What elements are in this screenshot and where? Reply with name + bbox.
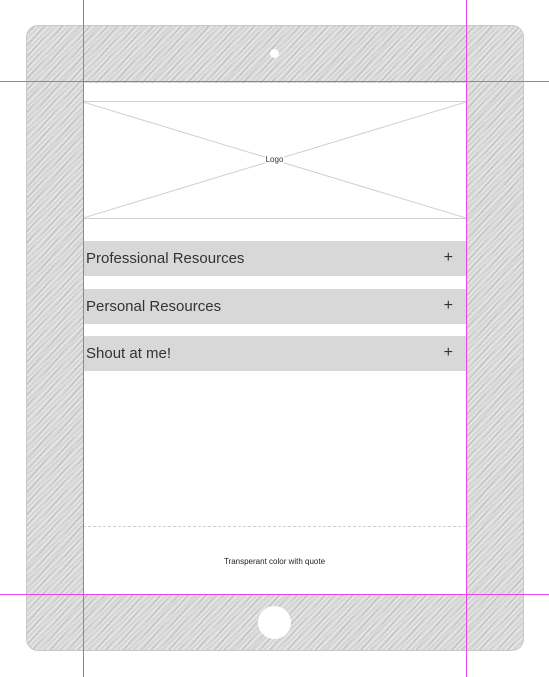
guide-line-bottom [0,594,549,595]
logo-placeholder: Logo [83,101,466,219]
plus-icon[interactable]: + [444,297,453,315]
logo-label: Logo [264,155,285,164]
plus-icon[interactable]: + [444,344,453,362]
footer-divider [83,526,466,527]
quote-placeholder: Transperant color with quote [223,557,326,566]
menu-item-label: Professional Resources [86,250,245,267]
guide-line-top [0,81,549,82]
home-button[interactable] [258,606,291,639]
camera-icon [270,49,279,58]
menu-item-label: Shout at me! [86,345,172,362]
menu-item-professional-resources[interactable]: Professional Resources + [83,241,466,276]
guide-line-right [466,0,467,677]
screen: Logo Professional Resources + Personal R… [83,83,466,594]
menu-item-shout-at-me[interactable]: Shout at me! + [83,336,466,371]
guide-line-left [83,0,84,677]
menu-item-personal-resources[interactable]: Personal Resources + [83,289,466,324]
plus-icon[interactable]: + [444,249,453,267]
menu-item-label: Personal Resources [86,298,222,315]
